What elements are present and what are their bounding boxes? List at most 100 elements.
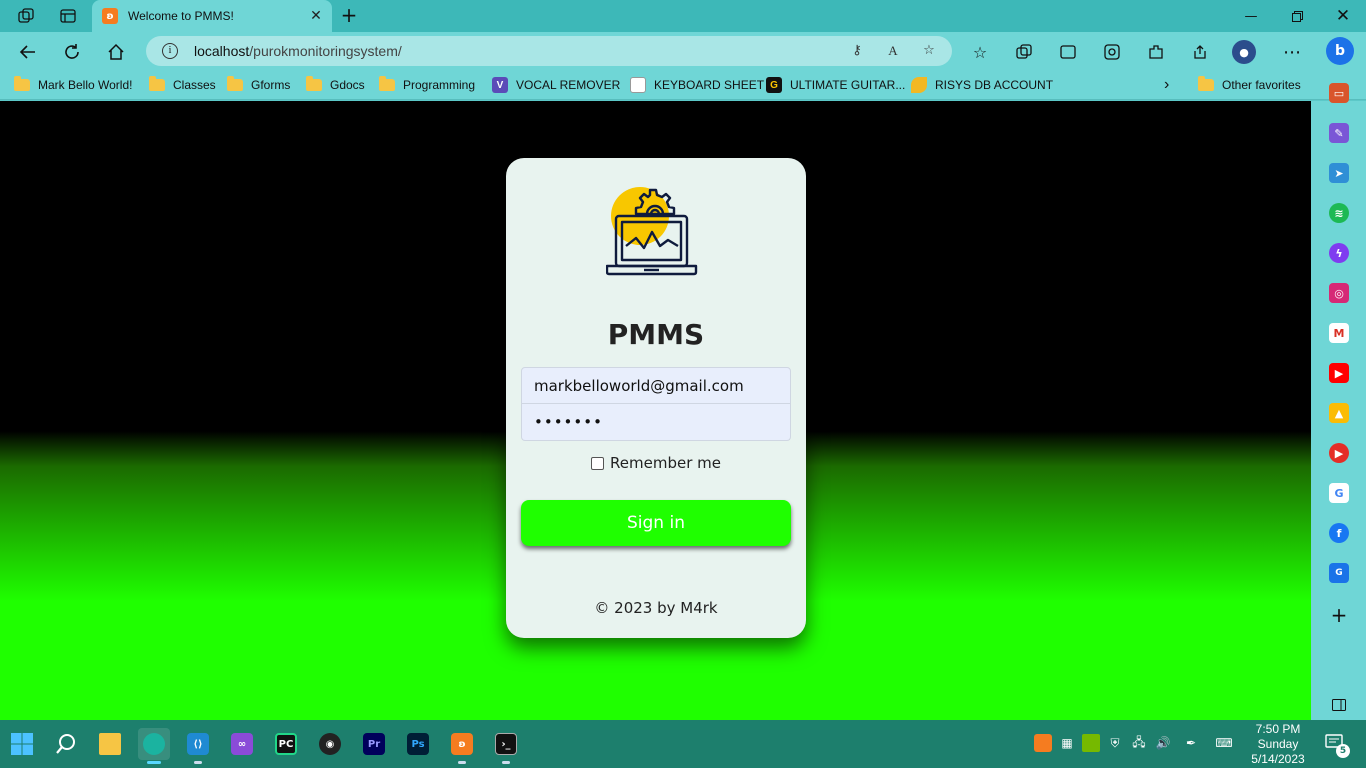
restore-button[interactable] — [1274, 0, 1320, 32]
xampp-icon[interactable]: ʚ — [446, 728, 478, 764]
sidebar-spotify-icon[interactable]: ≋ — [1329, 203, 1349, 223]
photoshop-icon[interactable]: Ps — [402, 728, 434, 760]
tray-app-icon[interactable]: ▦ — [1058, 734, 1076, 752]
email-input[interactable] — [521, 367, 791, 404]
search-icon[interactable] — [50, 728, 82, 760]
bookmark-vocal-remover[interactable]: V VOCAL REMOVER — [492, 75, 620, 95]
bookmark-ultimate-guitar[interactable]: G ULTIMATE GUITAR... — [766, 75, 905, 95]
xampp-favicon-icon: ʚ — [102, 8, 118, 24]
tab-close-icon[interactable]: ✕ — [308, 8, 324, 24]
brand-title: PMMS — [607, 318, 705, 351]
clock-day: Sunday — [1257, 737, 1299, 751]
sign-in-button[interactable]: Sign in — [521, 500, 791, 546]
remember-me-checkbox[interactable] — [591, 456, 605, 470]
remember-me-label: Remember me — [610, 454, 721, 472]
bookmark-risys-db-account[interactable]: RISYS DB ACCOUNT — [911, 75, 1053, 95]
refresh-button[interactable] — [60, 40, 84, 64]
clock-time: 7:50 PM — [1255, 722, 1301, 736]
notification-count-badge: 5 — [1336, 744, 1350, 758]
start-button[interactable] — [6, 728, 38, 760]
home-button[interactable] — [104, 40, 128, 64]
bookmark-keyboard-sheet[interactable]: KEYBOARD SHEET — [630, 75, 764, 95]
sidebar-gsuite-icon[interactable]: G — [1329, 563, 1349, 583]
profile-avatar[interactable]: ● — [1232, 40, 1256, 64]
folder-icon — [227, 76, 243, 91]
network-icon[interactable]: 🖧 — [1130, 734, 1148, 752]
sidebar-messenger-icon[interactable]: ϟ — [1329, 243, 1349, 263]
sidebar-gmail-icon[interactable]: M — [1329, 323, 1349, 343]
premiere-pro-icon[interactable]: Pr — [358, 728, 390, 760]
tab-title: Welcome to PMMS! — [128, 9, 234, 23]
tab-active[interactable]: ʚ Welcome to PMMS! ✕ — [92, 0, 332, 32]
taskbar: ⟨⟩ ∞ PC ◉ Pr Ps ʚ ›_ ▦ ⛨ 🖧 🔊 ✒ ⌨ 7:50 PM… — [0, 720, 1366, 768]
back-button[interactable] — [16, 40, 40, 64]
vocal-remover-icon: V — [492, 77, 508, 93]
share-icon[interactable] — [1188, 40, 1212, 64]
sidebar-designer-icon[interactable]: ✎ — [1329, 123, 1349, 143]
folder-icon — [149, 76, 165, 91]
file-explorer-icon[interactable] — [94, 728, 126, 760]
collections-icon[interactable] — [1012, 40, 1036, 64]
keyboard-icon[interactable]: ⌨ — [1212, 734, 1236, 752]
navigation-bar: i localhost/purokmonitoringsystem/ ⚷ A ☆… — [0, 32, 1366, 70]
bookmark-gforms[interactable]: Gforms — [227, 75, 290, 95]
sidebar-instagram-icon[interactable]: ◎ — [1329, 283, 1349, 303]
bookmark-gdocs[interactable]: Gdocs — [306, 75, 365, 95]
close-window-button[interactable]: ✕ — [1320, 0, 1366, 32]
read-aloud-icon[interactable]: A — [884, 43, 902, 61]
sidebar-tools-icon[interactable]: ▭ — [1329, 83, 1349, 103]
extensions-icon[interactable] — [1144, 40, 1168, 64]
bookmark-programming[interactable]: Programming — [379, 75, 475, 95]
vscode-icon[interactable]: ⟨⟩ — [182, 728, 214, 764]
obs-icon[interactable]: ◉ — [314, 728, 346, 760]
system-clock[interactable]: 7:50 PM Sunday 5/14/2023 — [1240, 722, 1316, 767]
laptop-gear-logo-icon — [606, 187, 698, 276]
url-text[interactable]: localhost/purokmonitoringsystem/ — [194, 43, 402, 59]
sidebar-add-icon[interactable]: + — [1329, 603, 1349, 627]
extension-2-icon[interactable] — [1100, 40, 1124, 64]
bookmark-mark-bello-world[interactable]: Mark Bello World! — [14, 75, 132, 95]
sidebar-drive-icon[interactable]: ▲ — [1329, 403, 1349, 423]
bookmark-classes[interactable]: Classes — [149, 75, 216, 95]
bing-icon[interactable]: b — [1326, 37, 1354, 65]
visual-studio-icon[interactable]: ∞ — [226, 728, 258, 760]
tray-xampp-icon[interactable] — [1034, 734, 1052, 752]
tab-actions-icon[interactable] — [58, 6, 78, 26]
favorites-icon[interactable]: ☆ — [968, 40, 992, 64]
sidebar-google-icon[interactable]: G — [1329, 483, 1349, 503]
volume-icon[interactable]: 🔊 — [1154, 734, 1172, 752]
add-favorite-icon[interactable]: ☆ — [920, 43, 938, 61]
tray-defender-icon[interactable]: ⛨ — [1106, 734, 1124, 752]
keyboard-sheet-icon — [630, 77, 646, 93]
risys-icon — [911, 77, 927, 93]
sidebar-toggle-icon[interactable] — [1329, 695, 1349, 715]
folder-icon — [379, 76, 395, 91]
edge-taskbar-icon[interactable] — [138, 728, 170, 764]
folder-icon — [306, 76, 322, 91]
browser-sidebar: ▭ ✎ ➤ ≋ ϟ ◎ M ▶ ▲ ▶ G f G + — [1311, 83, 1366, 720]
sidebar-youtube-music-icon[interactable]: ▶ — [1329, 443, 1349, 463]
settings-more-icon[interactable]: ⋯ — [1280, 40, 1304, 64]
folder-icon — [14, 76, 30, 91]
extension-1-icon[interactable] — [1056, 40, 1080, 64]
sidebar-send-icon[interactable]: ➤ — [1329, 163, 1349, 183]
bookmarks-bar: Mark Bello World! Classes Gforms Gdocs P… — [0, 70, 1366, 100]
password-key-icon[interactable]: ⚷ — [848, 43, 866, 61]
minimize-button[interactable]: — — [1228, 0, 1274, 32]
bookmarks-overflow-chevron-icon[interactable]: › — [1164, 75, 1169, 95]
password-input[interactable] — [521, 404, 791, 441]
copyright-footer: © 2023 by M4rk — [594, 599, 718, 617]
login-card: PMMS Remember me Sign in © 2023 by M4rk — [506, 158, 806, 638]
pycharm-icon[interactable]: PC — [270, 728, 302, 760]
sidebar-youtube-icon[interactable]: ▶ — [1329, 363, 1349, 383]
address-bar[interactable]: i localhost/purokmonitoringsystem/ ⚷ A ☆ — [146, 36, 952, 66]
terminal-icon[interactable]: ›_ — [490, 728, 522, 764]
new-tab-button[interactable]: + — [338, 4, 360, 26]
tray-nvidia-icon[interactable] — [1082, 734, 1100, 752]
sidebar-facebook-icon[interactable]: f — [1329, 523, 1349, 543]
site-info-icon[interactable]: i — [162, 43, 178, 59]
bookmark-other-favorites[interactable]: Other favorites — [1198, 75, 1301, 95]
remember-me-row[interactable]: Remember me — [506, 454, 806, 472]
pen-icon[interactable]: ✒ — [1182, 734, 1200, 752]
workspaces-icon[interactable] — [16, 6, 36, 26]
